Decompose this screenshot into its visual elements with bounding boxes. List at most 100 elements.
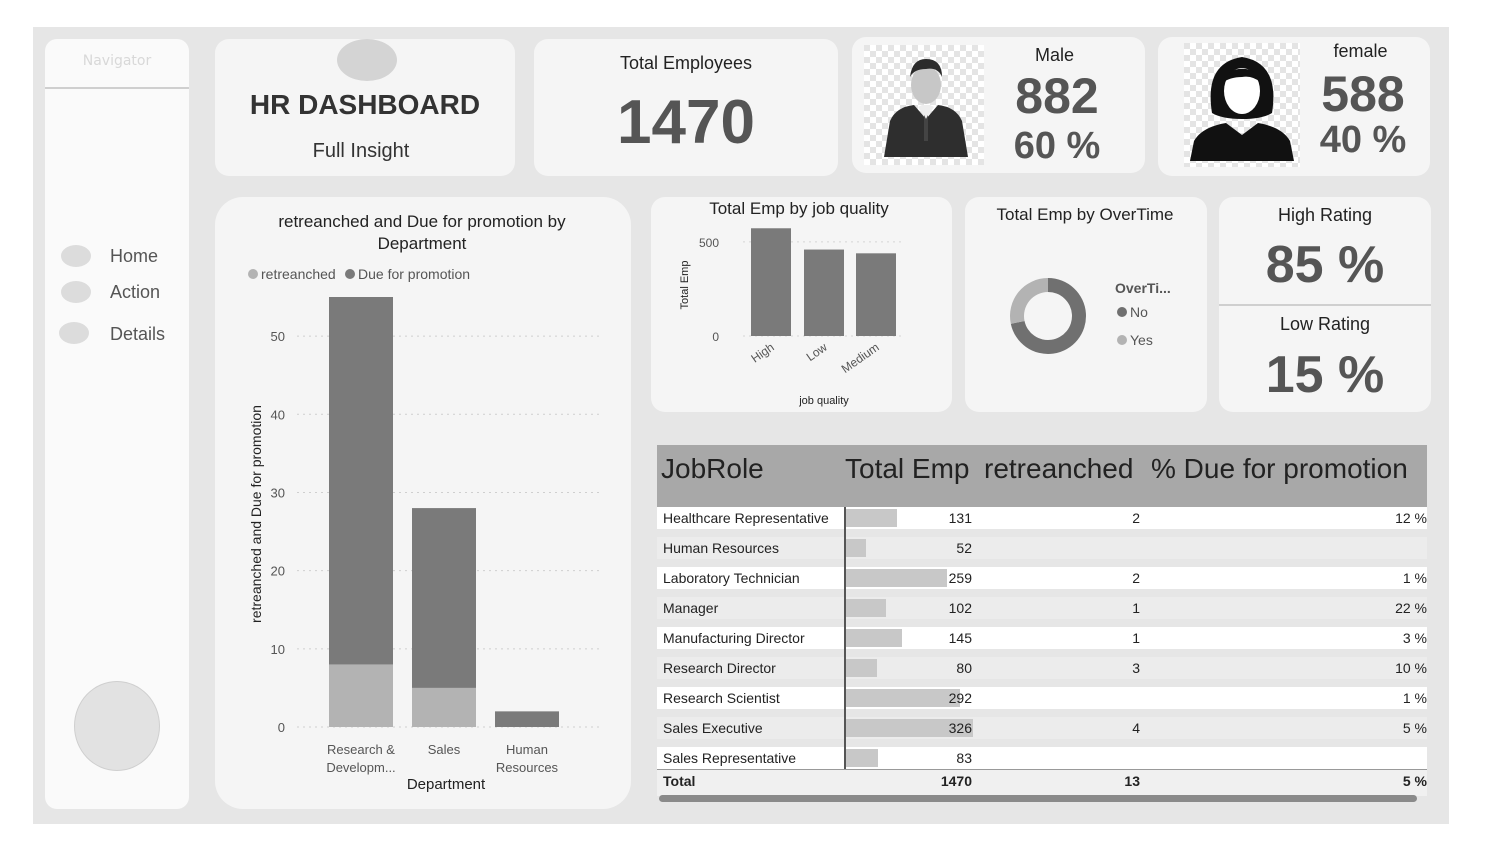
y-tick-label: 500: [699, 236, 719, 250]
jobrole-cell: Sales Representative: [663, 750, 797, 766]
female-count: 588: [1321, 66, 1405, 122]
total-emp-databar: [846, 659, 877, 677]
table-row[interactable]: Manufacturing Director 145 1 3 %: [657, 627, 1427, 649]
donut-slice-yes: [1010, 278, 1048, 324]
retreanched-cell: 2: [1132, 570, 1140, 586]
total-emp-databar: [846, 569, 947, 587]
table-row[interactable]: Sales Representative 83: [657, 747, 1427, 769]
x-axis-label: Department: [407, 776, 486, 793]
action-nav-icon[interactable]: [61, 281, 91, 303]
navigator-panel: Navigator Home Action Details: [45, 39, 189, 809]
total-due-value: 5 %: [1402, 773, 1427, 789]
high-rating-value: 85 %: [1265, 236, 1385, 294]
details-nav-icon[interactable]: [59, 322, 89, 344]
jobrole-cell: Human Resources: [663, 540, 779, 556]
jobrole-cell: Manufacturing Director: [663, 630, 805, 646]
chart-title-line2: Department: [378, 234, 467, 253]
total-emp-cell: 131: [948, 510, 972, 526]
legend-label-0: retreanched: [261, 266, 336, 282]
total-emp-cell: 102: [948, 600, 972, 616]
total-label: Total: [663, 773, 696, 789]
total-emp-databar: [846, 599, 886, 617]
female-person-icon: [1184, 43, 1300, 167]
job-quality-chart-card: Total Emp by job quality 0 500 Total Emp Hig…: [651, 197, 952, 412]
table-row[interactable]: Healthcare Representative 131 2 12 %: [657, 507, 1427, 529]
profile-avatar[interactable]: [74, 681, 160, 771]
x-tick-label: High: [748, 340, 776, 366]
header-total-emp[interactable]: Total Emp: [845, 453, 970, 485]
total-emp-cell: 145: [948, 630, 972, 646]
legend-label-no: No: [1130, 304, 1148, 320]
total-emp-cell: 52: [956, 540, 972, 556]
job-quality-chart[interactable]: Total Emp by job quality 0 500 Total Emp Hig…: [651, 197, 952, 412]
column-separator: [844, 507, 846, 769]
rating-card: High Rating 85 % Low Rating 15 %: [1219, 197, 1431, 412]
y-axis-label: retreanched and Due for promotion: [248, 405, 264, 623]
male-percent: 60 %: [1013, 125, 1101, 167]
x-tick-label: Developm...: [326, 760, 395, 775]
bar-due-1: [412, 508, 476, 688]
x-tick-label: Research &: [327, 742, 395, 757]
total-employees-card: Total Employees 1470: [534, 39, 838, 176]
female-card: female 588 40 %: [1158, 37, 1430, 176]
rating-divider: [1219, 304, 1431, 306]
overtime-chart-card: Total Emp by OverTime OverTi... No Yes: [965, 197, 1207, 412]
total-emp-cell: 80: [956, 660, 972, 676]
bar-retreanched-0: [329, 664, 393, 727]
jobrole-cell: Laboratory Technician: [663, 570, 800, 586]
nav-item-home[interactable]: Home: [110, 246, 158, 267]
bar-high: [751, 228, 791, 336]
table-horizontal-scrollbar[interactable]: [659, 795, 1417, 802]
due-promotion-cell: 22 %: [1395, 600, 1427, 616]
department-chart-card: retreanched and Due for promotion by Depa…: [215, 197, 631, 809]
chart-title-line1: retreanched and Due for promotion by: [278, 212, 566, 231]
logo-icon: [337, 39, 397, 81]
y-tick-label: 40: [271, 407, 285, 422]
bar-due-0: [329, 297, 393, 665]
retreanched-cell: 3: [1132, 660, 1140, 676]
legend-label-yes: Yes: [1130, 332, 1153, 348]
table-row[interactable]: Human Resources 52: [657, 537, 1427, 559]
low-rating-value: 15 %: [1265, 346, 1385, 404]
dashboard-title: HR DASHBOARD: [249, 89, 481, 120]
overtime-chart[interactable]: Total Emp by OverTime OverTi... No Yes: [965, 197, 1207, 412]
jobrole-cell: Manager: [663, 600, 719, 616]
jobrole-cell: Research Director: [663, 660, 776, 676]
total-emp-databar: [846, 509, 897, 527]
table-row[interactable]: Research Director 80 3 10 %: [657, 657, 1427, 679]
total-emp-cell: 292: [948, 690, 972, 706]
total-retreanched-value: 13: [1124, 773, 1140, 789]
y-tick-label: 10: [271, 642, 285, 657]
total-emp-cell: 259: [948, 570, 972, 586]
department-chart[interactable]: retreanched and Due for promotion by Depa…: [215, 197, 631, 809]
due-promotion-cell: 1 %: [1402, 570, 1427, 586]
total-emp-cell: 326: [948, 720, 972, 736]
header-retreanched[interactable]: retreanched: [984, 453, 1133, 485]
retreanched-cell: 2: [1132, 510, 1140, 526]
retreanched-cell: 1: [1132, 600, 1140, 616]
home-nav-icon[interactable]: [61, 245, 91, 267]
table-row[interactable]: Manager 102 1 22 %: [657, 597, 1427, 619]
x-tick-label: Low: [804, 340, 830, 364]
dashboard-subtitle: Full Insight: [312, 140, 410, 162]
nav-item-details[interactable]: Details: [110, 324, 165, 345]
female-label: female: [1333, 41, 1388, 61]
x-tick-label: Resources: [496, 760, 559, 775]
retreanched-cell: 1: [1132, 630, 1140, 646]
due-promotion-cell: 3 %: [1402, 630, 1427, 646]
nav-item-action[interactable]: Action: [110, 282, 160, 303]
legend-marker-yes: [1117, 335, 1127, 345]
total-emp-databar: [846, 689, 960, 707]
header-jobrole[interactable]: JobRole: [661, 453, 764, 485]
legend-marker-no: [1117, 307, 1127, 317]
low-rating-label: Low Rating: [1279, 314, 1371, 334]
due-promotion-cell: 10 %: [1395, 660, 1427, 676]
table-row[interactable]: Laboratory Technician 259 2 1 %: [657, 567, 1427, 589]
header-due-promotion[interactable]: % Due for promotion: [1151, 453, 1408, 485]
jobrole-cell: Sales Executive: [663, 720, 763, 736]
jobrole-cell: Research Scientist: [663, 690, 780, 706]
table-row[interactable]: Research Scientist 292 1 %: [657, 687, 1427, 709]
bar-retreanched-1: [412, 687, 476, 727]
table-row[interactable]: Sales Executive 326 4 5 %: [657, 717, 1427, 739]
male-label: Male: [1034, 45, 1074, 65]
